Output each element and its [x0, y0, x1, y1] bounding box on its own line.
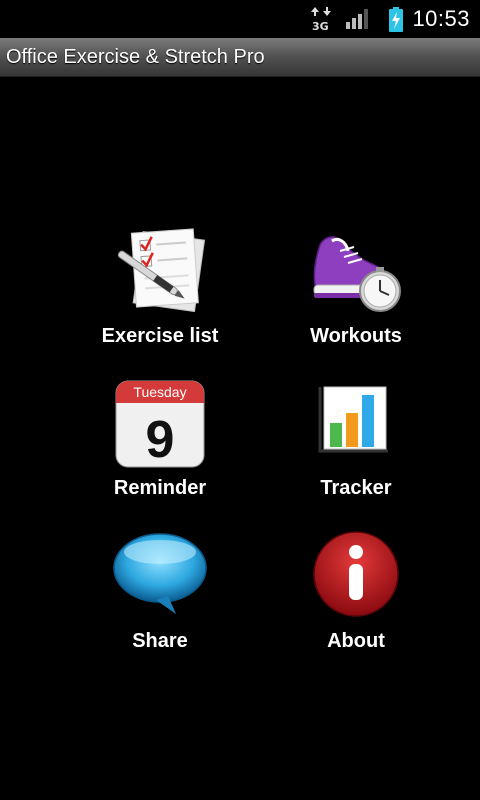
menu-share[interactable]: Share [62, 530, 258, 670]
menu-reminder-label: Reminder [113, 477, 207, 499]
menu-exercise-list-label: Exercise list [101, 325, 219, 347]
menu-about-label: About [327, 630, 385, 652]
menu-tracker-label: Tracker [320, 477, 392, 499]
speech-bubble-icon [110, 530, 210, 625]
menu-about[interactable]: About [258, 530, 454, 670]
menu-tracker[interactable]: Tracker [258, 377, 454, 517]
calendar-icon: Tuesday 9 [110, 377, 210, 472]
calendar-day-text: Tuesday [133, 384, 186, 400]
menu-share-label: Share [132, 630, 188, 652]
sneaker-clock-icon [306, 225, 406, 320]
info-icon [306, 530, 406, 625]
menu-reminder[interactable]: Tuesday 9 Reminder [62, 377, 258, 517]
network-type-text: 3G [312, 20, 329, 32]
status-bar: 3G 10:53 [0, 0, 480, 38]
network-indicator: 3G [310, 6, 334, 37]
app-title: Office Exercise & Stretch Pro [6, 46, 265, 68]
checklist-icon [110, 225, 210, 320]
menu-exercise-list[interactable]: Exercise list [62, 225, 258, 365]
calendar-date-text: 9 [146, 411, 175, 469]
battery-charging-icon [388, 7, 404, 38]
app-title-bar: Office Exercise & Stretch Pro [0, 38, 480, 77]
clock: 10:53 [412, 6, 470, 31]
signal-strength-icon [345, 8, 371, 35]
menu-workouts-label: Workouts [310, 325, 402, 347]
bar-chart-icon [306, 377, 406, 472]
menu-workouts[interactable]: Workouts [258, 225, 454, 365]
